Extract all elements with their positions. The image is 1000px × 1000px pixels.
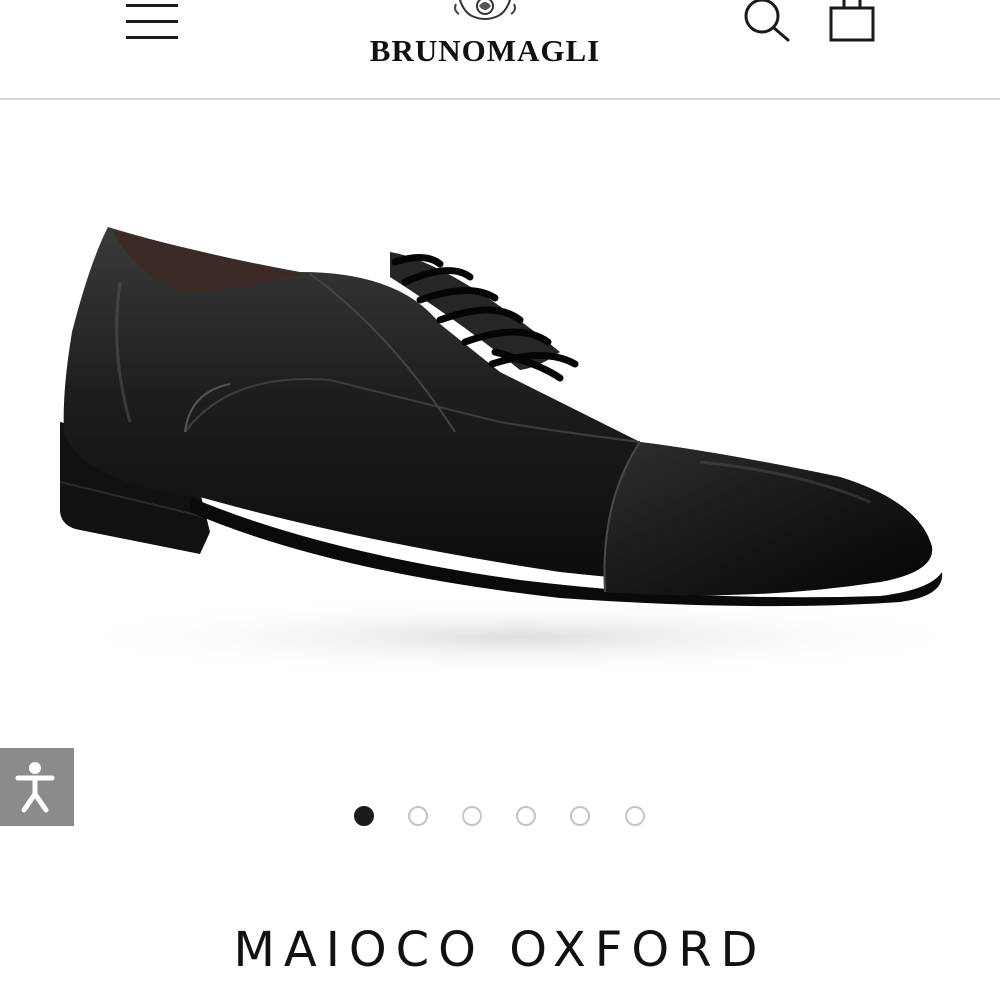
shopping-bag-icon xyxy=(829,0,875,42)
search-button[interactable] xyxy=(738,0,798,48)
oxford-shoe-icon xyxy=(59,227,980,677)
product-image[interactable] xyxy=(0,102,1000,782)
gallery-dot-5[interactable] xyxy=(570,806,590,826)
gallery-dot-4[interactable] xyxy=(516,806,536,826)
search-icon xyxy=(744,0,790,42)
gallery-pagination xyxy=(350,806,660,830)
brand-logo[interactable]: BRUNOMAGLI xyxy=(320,0,650,72)
gallery-dot-6[interactable] xyxy=(625,806,645,826)
site-header: BRUNOMAGLI xyxy=(0,0,1000,100)
brand-crest-icon xyxy=(454,0,516,20)
menu-icon-bar xyxy=(126,36,178,39)
menu-icon-bar xyxy=(126,4,178,7)
gallery-dot-3[interactable] xyxy=(462,806,482,826)
menu-button[interactable] xyxy=(120,0,184,44)
accessibility-button[interactable] xyxy=(0,748,74,826)
accessibility-person-icon xyxy=(15,762,55,813)
product-title: MAIOCO OXFORD xyxy=(233,922,767,978)
brand-wordmark: BRUNOMAGLI xyxy=(369,33,601,68)
shopping-bag-button[interactable] xyxy=(826,0,880,48)
gallery-dot-1[interactable] xyxy=(354,806,374,826)
menu-icon-bar xyxy=(126,20,178,23)
gallery-dot-2[interactable] xyxy=(408,806,428,826)
